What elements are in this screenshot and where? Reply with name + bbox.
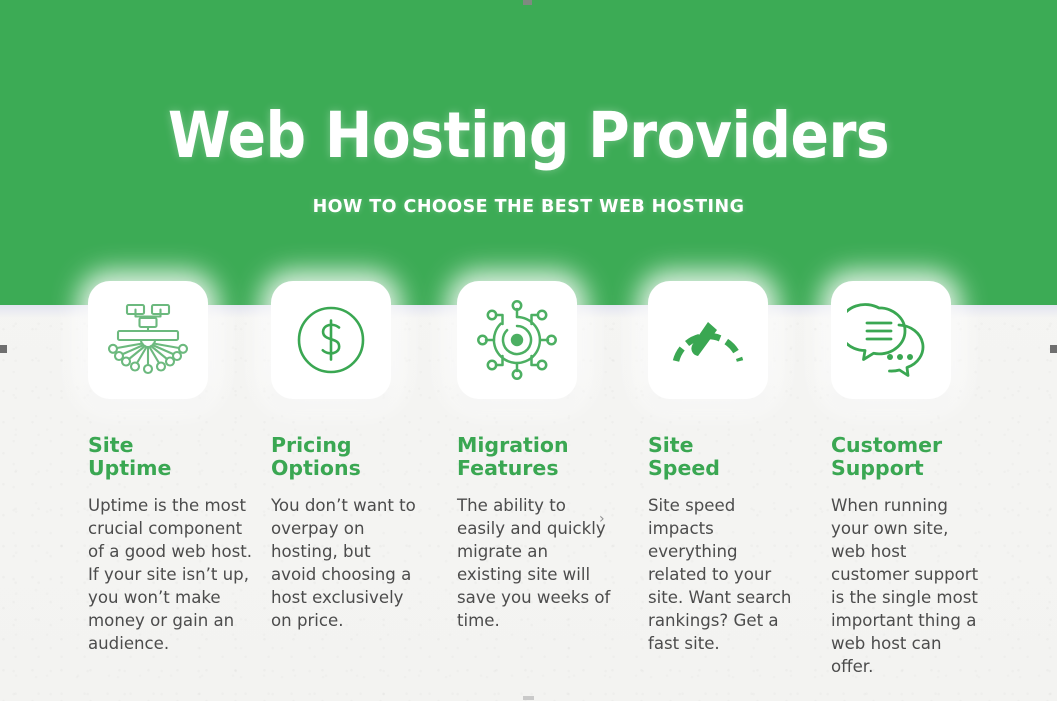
feature-body: You don’t want to overpay on hosting, bu… [271, 496, 416, 630]
feature-body: The ability to easily and quickly migrat… [457, 496, 611, 630]
selection-handle-bottom[interactable] [523, 696, 534, 700]
icon-card-customer-support[interactable] [831, 281, 951, 399]
icon-card-site-uptime[interactable] [88, 281, 208, 399]
speedometer-icon [672, 322, 744, 362]
feature-body: When running your own site, web host cus… [831, 496, 979, 676]
feature-body: Site speed impacts everything related to… [648, 496, 792, 653]
feature-heading: Site Uptime [88, 433, 172, 480]
feature-heading: Migration Features [457, 433, 569, 480]
network-distribution-icon [107, 303, 189, 375]
icon-card-site-speed[interactable] [648, 281, 768, 399]
selection-handle-right[interactable] [1050, 345, 1057, 353]
icon-card-migration-features[interactable] [457, 281, 577, 399]
feature-column-site-uptime: Site Uptime Uptime is the most crucial c… [88, 281, 258, 655]
feature-heading: Customer Support [831, 433, 943, 480]
selection-handle-left[interactable] [0, 345, 7, 353]
feature-columns: Site Uptime Uptime is the most crucial c… [0, 0, 1057, 701]
feature-body: Uptime is the most crucial component of … [88, 496, 253, 653]
feature-column-site-speed: Site Speed Site speed impacts everything… [648, 281, 792, 655]
stray-chevron-glyph: › [599, 511, 605, 527]
network-hub-icon [477, 300, 557, 380]
icon-card-pricing-options[interactable] [271, 281, 391, 399]
feature-column-pricing-options: Pricing Options You don’t want to overpa… [271, 281, 419, 632]
feature-heading: Pricing Options [271, 433, 361, 480]
feature-column-customer-support: Customer Support When running your own s… [831, 281, 983, 678]
feature-column-migration-features: Migration Features The ability to easily… [457, 281, 617, 632]
dollar-circle-icon [297, 306, 365, 374]
chat-bubbles-icon [847, 303, 925, 377]
selection-handle-top[interactable] [523, 0, 532, 5]
feature-heading: Site Speed [648, 433, 720, 480]
